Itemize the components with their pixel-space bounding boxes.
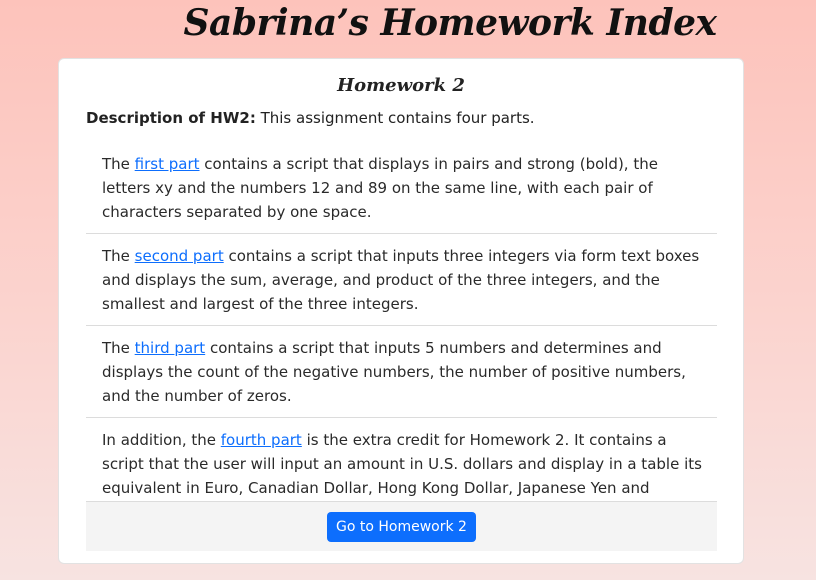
description-label: Description of HW2: [86, 109, 256, 127]
part-text-before: In addition, the [102, 431, 221, 449]
card-title: Homework 2 [337, 75, 465, 96]
description-text: This assignment contains four parts. [255, 109, 535, 127]
fourth-part-link[interactable]: fourth part [221, 431, 302, 449]
parts-list: The first part contains a script that di… [86, 142, 717, 533]
site-title: Sabrina’s Homework Index [183, 2, 718, 44]
part-text-before: The [102, 155, 135, 173]
list-item-part-3: The third part contains a script that in… [86, 326, 717, 418]
part-text-before: The [102, 247, 135, 265]
homework-card: Homework 2 Description of HW2: This assi… [58, 58, 744, 564]
description: Description of HW2: This assignment cont… [86, 108, 743, 128]
go-to-homework-button[interactable]: Go to Homework 2 [327, 511, 476, 542]
part-text-before: The [102, 339, 135, 357]
third-part-link[interactable]: third part [135, 339, 206, 357]
second-part-link[interactable]: second part [135, 247, 224, 265]
list-item-part-2: The second part contains a script that i… [86, 234, 717, 326]
list-item-part-1: The first part contains a script that di… [86, 142, 717, 234]
card-footer: Go to Homework 2 [86, 501, 717, 551]
first-part-link[interactable]: first part [135, 155, 200, 173]
